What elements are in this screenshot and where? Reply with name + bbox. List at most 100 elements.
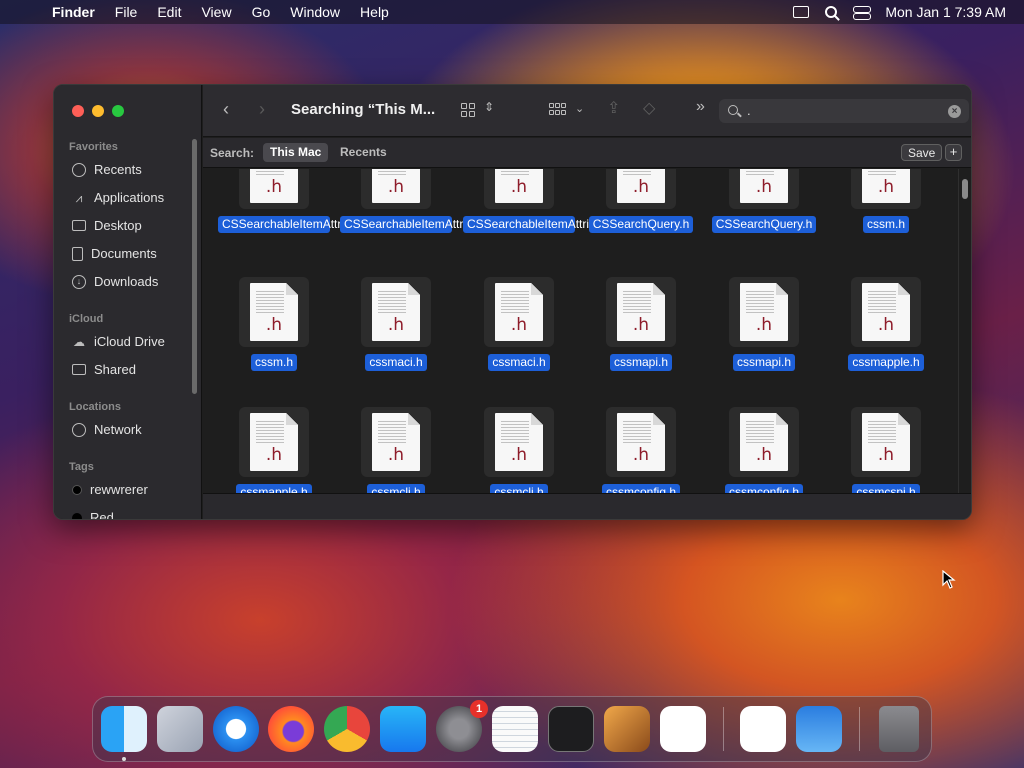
chrome-dock-icon[interactable] [324, 706, 370, 752]
header-file-icon: .h [372, 283, 420, 341]
clear-search-icon[interactable]: × [948, 105, 961, 118]
sidebar-item-downloads[interactable]: ↓ Downloads [72, 274, 158, 289]
search-input[interactable]: . [747, 103, 751, 118]
app-store-dock-icon[interactable] [380, 706, 426, 752]
close-window-button[interactable] [72, 105, 84, 117]
file-item[interactable]: .h cssmapi.h [704, 277, 824, 397]
file-item[interactable]: .h cssm.h [826, 169, 946, 259]
header-file-icon: .h [617, 169, 665, 203]
visual-studio-dock-icon[interactable] [740, 706, 786, 752]
menu-view[interactable]: View [201, 4, 231, 20]
scope-label: Search: [210, 146, 255, 160]
back-icon[interactable]: ‹ [223, 99, 229, 120]
system-settings-dock-icon[interactable]: 1 [436, 700, 488, 752]
sidebar-item-label: Shared [94, 362, 136, 377]
more-toolbar-icon[interactable]: » [696, 98, 705, 116]
sidebar-item-icloud-drive[interactable]: ☁ iCloud Drive [72, 334, 165, 349]
finder-dock-icon[interactable] [101, 706, 147, 752]
header-file-icon: .h [862, 169, 910, 203]
sidebar-section-icloud: iCloud [69, 313, 104, 325]
safari-dock-icon[interactable] [213, 706, 259, 752]
screen-mirroring-icon[interactable] [793, 6, 810, 18]
zoom-window-button[interactable] [112, 105, 124, 117]
menu-go[interactable]: Go [252, 4, 271, 20]
file-thumbnail: .h [606, 407, 676, 477]
scope-this-mac-button[interactable]: This Mac [263, 143, 329, 162]
running-indicator [122, 757, 126, 761]
sidebar-item-network[interactable]: Network [72, 422, 142, 437]
sidebar-item-recents[interactable]: Recents [72, 162, 142, 177]
search-scope-bar: Search: This Mac Recents Save + [203, 138, 971, 168]
file-item[interactable]: .h cssmapi.h [581, 277, 701, 397]
group-by-icon[interactable] [549, 103, 569, 118]
file-thumbnail: .h [239, 277, 309, 347]
file-item[interactable]: .h cssmapple.h [826, 277, 946, 397]
view-options-chevron-icon[interactable]: ⇕ [484, 100, 494, 114]
menu-clock[interactable]: Mon Jan 1 7:39 AM [885, 4, 1006, 20]
textedit-dock-icon[interactable] [492, 706, 538, 752]
vscode-dock-icon[interactable] [660, 706, 706, 752]
sidebar-item-label: Network [94, 422, 142, 437]
file-thumbnail: .h [361, 407, 431, 477]
header-file-icon: .h [495, 169, 543, 203]
file-extension-label: .h [265, 177, 283, 197]
file-item[interactable]: .h CSSearchQuery.h [581, 169, 701, 259]
file-thumbnail: .h [361, 277, 431, 347]
file-item[interactable]: .h cssm.h [214, 277, 334, 397]
header-file-icon: .h [740, 283, 788, 341]
sidebar-item-applications[interactable]: ⩘ Applications [72, 190, 165, 205]
group-by-chevron-icon[interactable]: ⌄ [575, 102, 584, 115]
file-item[interactable]: .h CSSearchableItemAttrib...Places.h [214, 169, 407, 259]
add-criteria-button[interactable]: + [945, 144, 962, 161]
file-thumbnail: .h [361, 169, 431, 209]
header-file-icon: .h [372, 413, 420, 471]
sidebar-item-documents[interactable]: Documents [72, 246, 157, 261]
file-item[interactable]: .h cssmcli.h [459, 407, 579, 493]
minimize-window-button[interactable] [92, 105, 104, 117]
file-item[interactable]: .h cssmaci.h [336, 277, 456, 397]
file-name-label: CSSearchableItemAttributeSet.h [340, 216, 517, 233]
file-item[interactable]: .h cssmcli.h [336, 407, 456, 493]
file-item[interactable]: .h cssmconfig.h [581, 407, 701, 493]
file-name-label: cssmapi.h [609, 354, 673, 371]
menu-app-name[interactable]: Finder [52, 4, 95, 20]
header-file-icon: .h [862, 283, 910, 341]
tag-icon[interactable]: ◇ [643, 98, 655, 118]
terminal-dock-icon[interactable] [548, 706, 594, 752]
icon-view-icon[interactable] [461, 103, 476, 118]
file-name-label: cssm.h [250, 354, 297, 371]
sidebar-item-shared[interactable]: Shared [72, 362, 136, 377]
scope-recents-button[interactable]: Recents [333, 143, 394, 162]
content-scrollbar-track[interactable] [958, 169, 971, 493]
file-item[interactable]: .h CSSearchableItemAttributeSet.h [459, 169, 640, 259]
share-icon[interactable]: ⇪ [607, 98, 620, 118]
download-icon: ↓ [72, 274, 86, 289]
menu-window[interactable]: Window [290, 4, 340, 20]
control-center-icon[interactable] [853, 6, 872, 20]
spotlight-search-icon[interactable] [825, 6, 838, 18]
file-item[interactable]: .h cssmconfig.h [704, 407, 824, 493]
menu-help[interactable]: Help [360, 4, 389, 20]
sidebar-scrollbar[interactable] [192, 139, 197, 394]
file-item[interactable]: .h cssmaci.h [459, 277, 579, 397]
search-field[interactable]: . × [719, 99, 969, 123]
content-scrollbar-thumb[interactable] [962, 179, 968, 199]
file-item[interactable]: .h cssmapple.h [214, 407, 334, 493]
firefox-dock-icon[interactable] [268, 706, 314, 752]
launchpad-dock-icon[interactable] [157, 706, 203, 752]
file-thumbnail: .h [606, 169, 676, 209]
menu-edit[interactable]: Edit [157, 4, 181, 20]
sidebar-item-tag-red[interactable]: Red [72, 510, 114, 519]
forward-icon[interactable]: › [259, 99, 265, 120]
file-item[interactable]: .h cssmcspi.h [826, 407, 946, 493]
garageband-dock-icon[interactable] [604, 706, 650, 752]
trash-dock-icon[interactable] [879, 706, 919, 752]
weather-dock-icon[interactable] [796, 706, 842, 752]
sidebar-item-tag-rewwrerer[interactable]: rewwrerer [72, 482, 148, 497]
sidebar-item-desktop[interactable]: Desktop [72, 218, 142, 233]
file-extension-label: .h [265, 445, 283, 465]
file-item[interactable]: .h CSSearchableItemAttributeSet.h [336, 169, 517, 259]
menu-file[interactable]: File [115, 4, 138, 20]
file-item[interactable]: .h CSSearchQuery.h [704, 169, 824, 259]
save-search-button[interactable]: Save [901, 144, 943, 161]
